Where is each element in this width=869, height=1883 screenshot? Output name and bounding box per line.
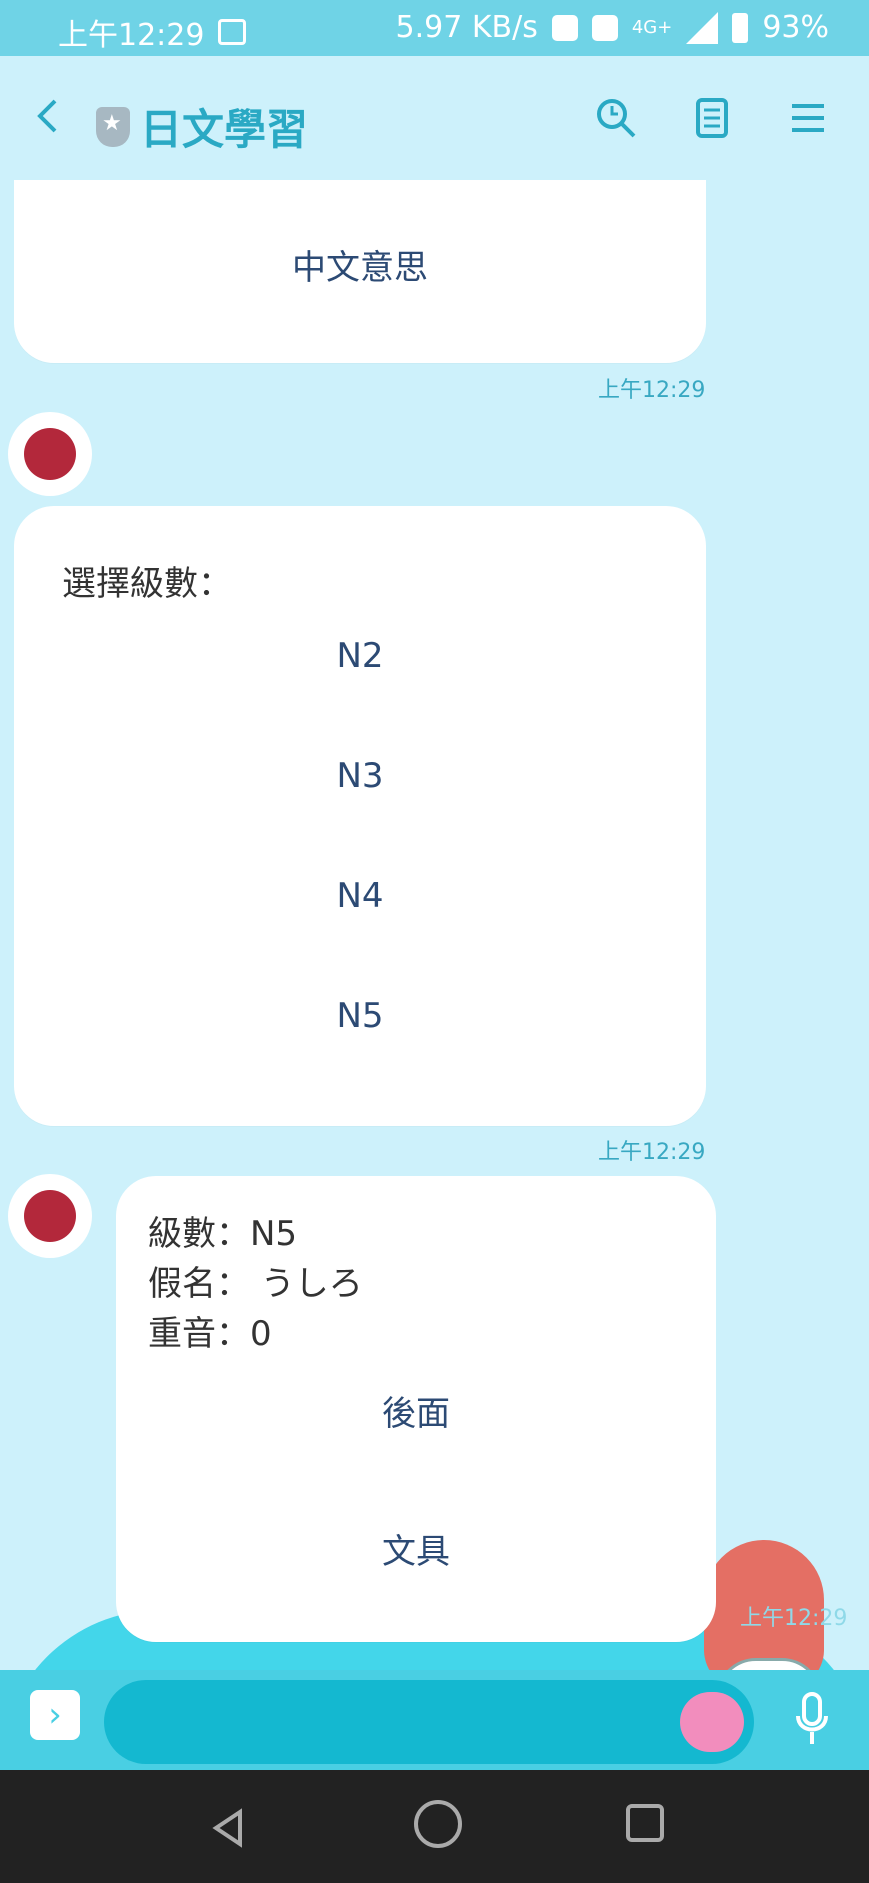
message-input[interactable] <box>104 1680 754 1764</box>
hotspot-icon <box>591 14 618 41</box>
avatar-dot <box>24 1190 76 1242</box>
notes-icon[interactable] <box>690 96 734 140</box>
back-icon[interactable] <box>30 96 70 136</box>
chat-title: 日文學習 <box>140 105 309 154</box>
expand-button[interactable]: › <box>30 1690 80 1740</box>
nav-recent-icon[interactable] <box>626 1804 664 1842</box>
level-option-n3[interactable]: N3 <box>14 756 706 796</box>
search-icon[interactable] <box>594 96 638 140</box>
level-option-n4[interactable]: N4 <box>14 876 706 916</box>
battery-icon <box>732 12 749 43</box>
options-label: 選擇級數： <box>62 564 232 604</box>
flashcard-level: 級數：N5 <box>148 1214 298 1254</box>
flashcard-accent: 重音：0 <box>148 1314 272 1354</box>
microphone-icon[interactable] <box>790 1690 834 1748</box>
message-options: 選擇級數： N2 N3 N4 N5 <box>14 506 706 1126</box>
status-time: 上午12:29 <box>58 18 205 53</box>
vibrate-icon <box>551 14 578 41</box>
level-option-n5[interactable]: N5 <box>14 996 706 1036</box>
sticker-icon[interactable] <box>680 1692 744 1752</box>
card-option-meaning[interactable]: 中文意思 <box>14 240 706 289</box>
chat-area: 中文意思 上午12:29 選擇級數： N2 N3 N4 N5 上午12:29 級… <box>0 180 869 1850</box>
status-bar: 上午12:29 5.97 KB/s 4G+ 93% <box>0 0 869 56</box>
flashcard-action-back[interactable]: 後面 <box>116 1386 716 1435</box>
message-card-1: 中文意思 <box>14 180 706 363</box>
signal-icon <box>686 11 719 44</box>
menu-icon[interactable] <box>786 96 830 140</box>
bot-avatar-2[interactable] <box>8 1174 92 1258</box>
chat-title-wrap: 日文學習 <box>96 96 308 157</box>
battery-level: 93% <box>762 10 829 45</box>
avatar-dot <box>24 428 76 480</box>
flashcard-kana: 假名： うしろ <box>148 1264 363 1304</box>
flashcard-action-stationery[interactable]: 文具 <box>116 1524 716 1573</box>
level-option-n2[interactable]: N2 <box>14 636 706 676</box>
android-navbar <box>0 1770 869 1883</box>
message-time-3: 上午12:29 <box>740 1606 848 1631</box>
bot-avatar-1[interactable] <box>8 412 92 496</box>
nav-home-icon[interactable] <box>414 1800 462 1848</box>
message-time-2: 上午12:29 <box>598 1140 706 1165</box>
chat-header: 日文學習 <box>0 56 869 180</box>
shield-icon <box>96 106 130 147</box>
message-time-1: 上午12:29 <box>598 378 706 403</box>
input-bar: › <box>0 1670 869 1770</box>
message-flashcard: 級數：N5 假名： うしろ 重音：0 後面 文具 <box>116 1176 716 1642</box>
network-type: 4G+ <box>631 17 673 38</box>
network-speed: 5.97 KB/s <box>395 10 538 45</box>
image-icon <box>218 19 247 45</box>
nav-back-icon[interactable] <box>210 1808 246 1848</box>
